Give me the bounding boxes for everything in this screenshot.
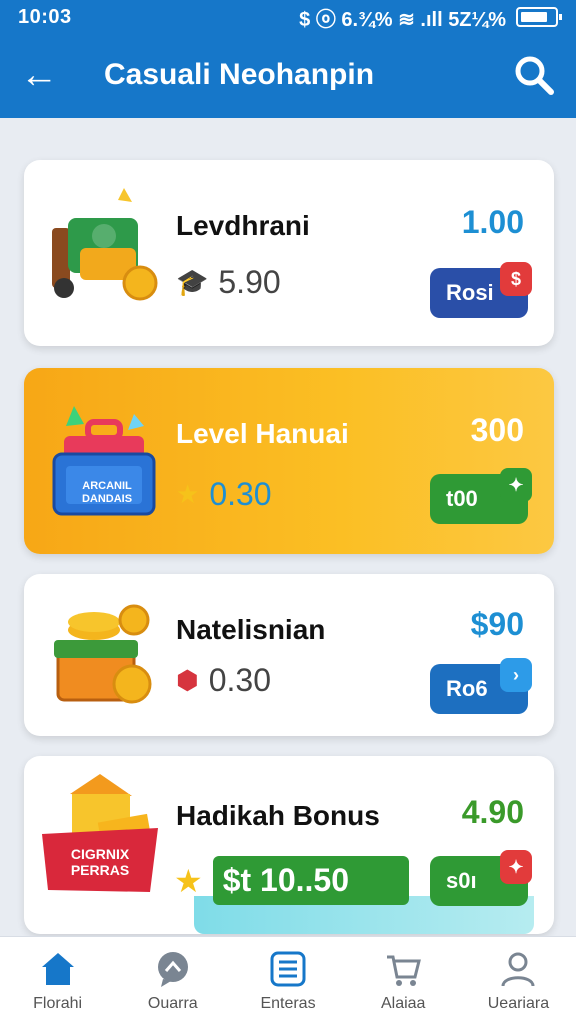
buy-button[interactable]: Rosi $ bbox=[430, 262, 532, 318]
toolbox-illustration: ARCANIL DANDAIS bbox=[44, 396, 164, 516]
offer-secondary: ★ $t 10..50 bbox=[174, 856, 409, 905]
search-icon[interactable] bbox=[512, 53, 556, 97]
status-bar: 10:03 $ ⓞ 6.¾% ≋ .ıll 5Z¼% bbox=[0, 0, 576, 34]
offer-name: Natelisnian bbox=[176, 614, 326, 645]
offer-price: 1.00 bbox=[461, 204, 524, 240]
offer-secondary-value: 0.30 bbox=[209, 476, 272, 512]
cart-icon bbox=[387, 955, 422, 986]
dollar-tag-icon: $ bbox=[500, 262, 532, 296]
nav-item-home[interactable]: Florahi bbox=[0, 937, 115, 1024]
offer-secondary-value: $t 10..50 bbox=[212, 856, 409, 905]
home-icon bbox=[41, 952, 74, 985]
nav-label: Florahi bbox=[33, 994, 83, 1012]
sparkle-tag-icon: ✦ bbox=[500, 850, 532, 884]
coin-chest-illustration bbox=[44, 596, 164, 716]
nav-label: Ueariara bbox=[487, 994, 550, 1012]
profile-icon bbox=[501, 952, 535, 986]
nav-label: Ouarra bbox=[147, 994, 198, 1012]
chevron-right-icon: › bbox=[500, 658, 532, 692]
wallet-cart-illustration bbox=[44, 188, 164, 308]
offer-secondary: 🎓 5.90 bbox=[176, 264, 281, 301]
offer-price: 300 bbox=[470, 412, 524, 448]
buy-button[interactable]: ѕ0ı ✦ bbox=[430, 850, 532, 906]
offer-card[interactable]: Natelisnian ⬢ 0.30 $90 Ro6 › bbox=[24, 574, 554, 736]
battery-icon bbox=[516, 7, 562, 27]
offer-name: Levdhrani bbox=[176, 210, 310, 241]
offer-price: 4.90 bbox=[461, 794, 524, 830]
sparkle-tag-icon: ✦ bbox=[500, 468, 532, 502]
status-indicators: $ ⓞ 6.¾% ≋ .ıll 5Z¼% bbox=[299, 3, 562, 32]
app-bar: ← Casuali Neohanpin bbox=[0, 40, 576, 110]
list-icon bbox=[270, 951, 306, 986]
buy-button[interactable]: Ro6 › bbox=[430, 658, 532, 714]
nav-item-cart[interactable]: Alaiaa bbox=[346, 937, 461, 1024]
buy-button[interactable]: t00 ✦ bbox=[430, 468, 532, 524]
offer-secondary: ★ 0.30 bbox=[176, 476, 272, 513]
bottom-nav: Florahi Ouarra Enteras Alaiaa Ueariara bbox=[0, 936, 576, 1024]
nav-item-chat[interactable]: Ouarra bbox=[115, 937, 230, 1024]
offer-name: Hadikah Bonus bbox=[176, 800, 380, 831]
star-icon: ★ bbox=[174, 862, 203, 899]
top-bar: 10:03 $ ⓞ 6.¾% ≋ .ıll 5Z¼% ← Casuali Neo… bbox=[0, 0, 576, 118]
nav-label: Alaiaa bbox=[380, 994, 426, 1012]
buy-button-label: Rosi bbox=[446, 280, 494, 305]
offer-price: $90 bbox=[470, 606, 524, 642]
offer-secondary: ⬢ 0.30 bbox=[176, 662, 271, 699]
star-icon: ★ bbox=[176, 479, 200, 509]
bonus-banner-illustration: CIGRNIX PERRAS bbox=[40, 774, 160, 894]
nav-label: Enteras bbox=[260, 994, 316, 1012]
page-title: Casuali Neohanpin bbox=[104, 58, 375, 91]
toolbox-label: ARCANIL DANDAIS bbox=[81, 480, 133, 505]
cap-icon: 🎓 bbox=[176, 267, 209, 297]
offer-secondary-value: 0.30 bbox=[208, 662, 271, 698]
buy-button-label: Ro6 bbox=[446, 676, 488, 701]
offer-card-featured[interactable]: ARCANIL DANDAIS Level Hanuai ★ 0.30 300 … bbox=[24, 368, 554, 554]
status-indicators-text: $ ⓞ 6.¾% ≋ .ıll 5Z¼% bbox=[299, 8, 506, 31]
nav-item-profile[interactable]: Ueariara bbox=[461, 937, 576, 1024]
chat-icon bbox=[157, 951, 188, 987]
gem-icon: ⬢ bbox=[176, 665, 199, 695]
buy-button-label: t00 bbox=[446, 486, 478, 511]
offer-card[interactable]: CIGRNIX PERRAS Hadikah Bonus ★ $t 10..50… bbox=[24, 756, 554, 934]
buy-button-label: ѕ0ı bbox=[446, 868, 477, 893]
status-time: 10:03 bbox=[18, 5, 72, 28]
offer-name: Level Hanuai bbox=[176, 418, 349, 449]
back-arrow-icon[interactable]: ← bbox=[20, 54, 70, 97]
offer-secondary-value: 5.90 bbox=[218, 264, 281, 300]
offer-card[interactable]: Levdhrani 🎓 5.90 1.00 Rosi $ bbox=[24, 160, 554, 346]
bonus-banner-label: CIGRNIX PERRAS bbox=[70, 846, 130, 878]
nav-item-list[interactable]: Enteras bbox=[230, 937, 345, 1024]
